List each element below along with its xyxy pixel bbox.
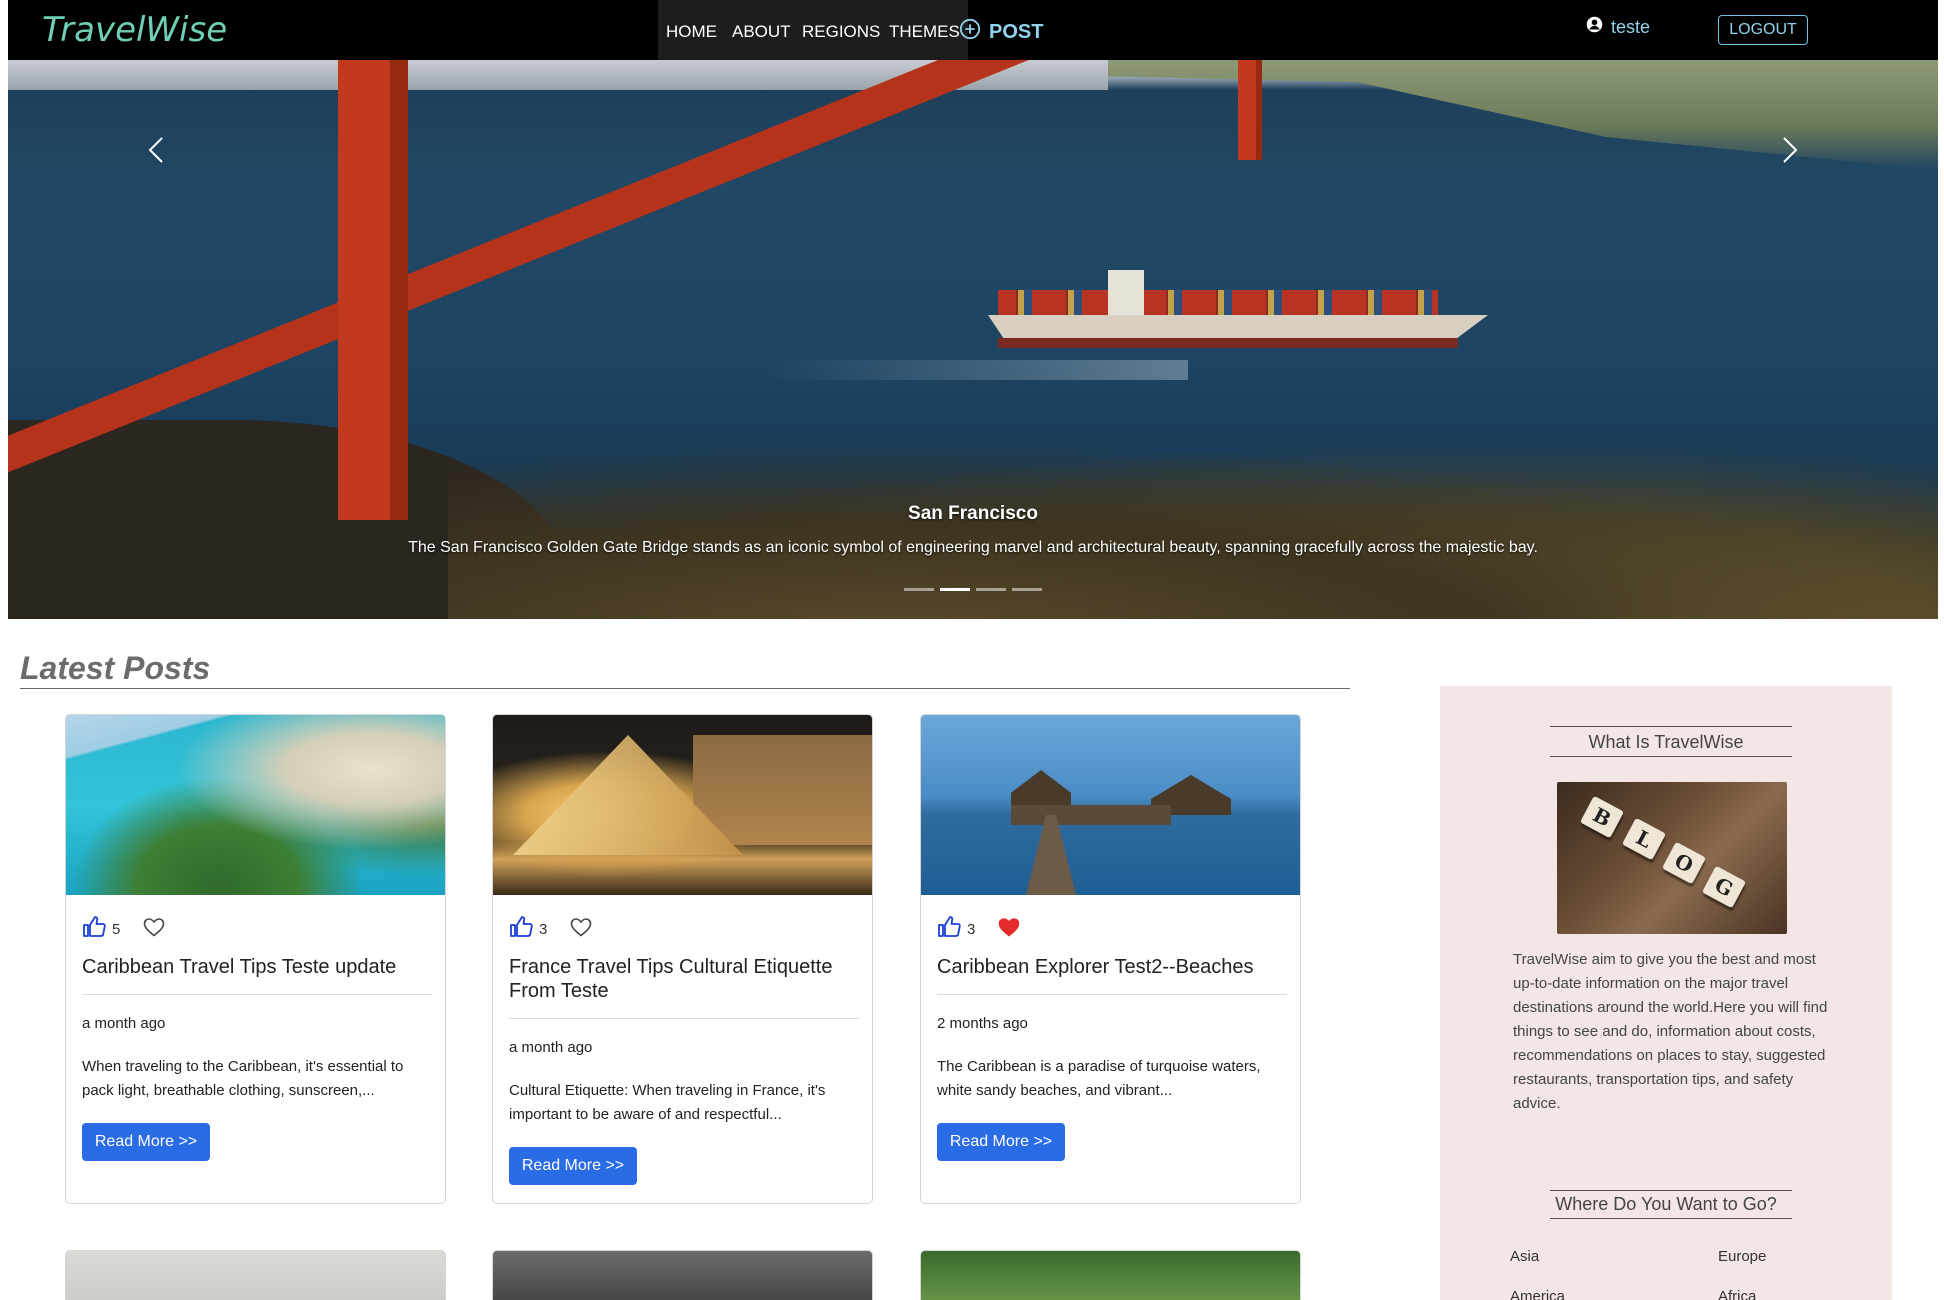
sidebar: What Is TravelWise B L O G TravelWise ai… xyxy=(1440,686,1892,1300)
carousel-prev-button[interactable] xyxy=(138,130,178,170)
sidebar-rule xyxy=(1550,1218,1792,1219)
user-name: teste xyxy=(1611,16,1651,37)
chevron-left-icon xyxy=(138,137,178,174)
post-card: 5 Caribbean Travel Tips Teste update a m… xyxy=(65,714,446,1204)
navbar: TravelWise HOME ABOUT REGIONS THEMES POS… xyxy=(8,0,1938,60)
sidebar-about-heading: What Is TravelWise xyxy=(1588,732,1744,752)
user-menu[interactable]: teste xyxy=(1586,16,1650,38)
hero-wake xyxy=(768,360,1188,380)
brand-logo[interactable]: TravelWise xyxy=(42,10,227,50)
post-card: 3 France Travel Tips Cultural Etiquette … xyxy=(492,714,873,1204)
like-count: 3 xyxy=(967,921,976,938)
heart-filled-icon[interactable] xyxy=(997,915,1021,944)
heart-icon[interactable] xyxy=(142,915,166,944)
post-excerpt: The Caribbean is a paradise of turquoise… xyxy=(937,1058,1261,1099)
logout-button[interactable]: LOGOUT xyxy=(1718,15,1808,45)
carousel-next-button[interactable] xyxy=(1768,130,1808,170)
nav-themes[interactable]: THEMES xyxy=(881,0,968,60)
thumbs-up-icon[interactable] xyxy=(937,915,961,944)
post-actions: 3 xyxy=(509,915,593,944)
nav-post-label: POST xyxy=(989,20,1044,43)
post-title[interactable]: Caribbean Travel Tips Teste update xyxy=(82,955,432,979)
post-date: a month ago xyxy=(509,1039,593,1056)
post-divider xyxy=(937,994,1287,995)
post-divider xyxy=(509,1018,859,1019)
nav-regions[interactable]: REGIONS xyxy=(794,0,889,60)
hero-headland xyxy=(1108,60,1938,170)
post-excerpt: Cultural Etiquette: When traveling in Fr… xyxy=(509,1082,826,1123)
heart-icon[interactable] xyxy=(569,915,593,944)
post-image-caribbean-beach[interactable] xyxy=(66,715,445,895)
carousel-text: The San Francisco Golden Gate Bridge sta… xyxy=(408,539,1538,556)
carousel-title: San Francisco xyxy=(908,503,1038,524)
sidebar-rule xyxy=(1550,1190,1792,1191)
hero-carousel: San Francisco The San Francisco Golden G… xyxy=(8,60,1938,619)
post-actions: 5 xyxy=(82,915,166,944)
post-divider xyxy=(82,994,432,995)
post-actions: 3 xyxy=(937,915,1021,944)
carousel-indicator[interactable] xyxy=(976,588,1006,591)
post-excerpt: When traveling to the Caribbean, it's es… xyxy=(82,1058,404,1099)
thumbs-up-icon[interactable] xyxy=(82,915,106,944)
post-date: 2 months ago xyxy=(937,1015,1028,1032)
post-image-louvre[interactable] xyxy=(493,715,872,895)
post-image-pier[interactable] xyxy=(921,715,1300,895)
nav-home[interactable]: HOME xyxy=(658,0,725,60)
post-date: a month ago xyxy=(82,1015,166,1032)
read-more-button[interactable]: Read More >> xyxy=(82,1123,210,1161)
plus-circle-icon xyxy=(959,18,981,46)
sidebar-about-text: TravelWise aim to give you the best and … xyxy=(1513,951,1828,1112)
chevron-right-icon xyxy=(1768,137,1808,174)
page: TravelWise HOME ABOUT REGIONS THEMES POS… xyxy=(8,0,1938,1300)
sidebar-rule xyxy=(1550,756,1792,757)
read-more-button[interactable]: Read More >> xyxy=(509,1147,637,1185)
post-card-partial[interactable] xyxy=(492,1250,873,1300)
carousel-indicators xyxy=(8,588,1938,591)
carousel-indicator[interactable] xyxy=(904,588,934,591)
latest-posts-heading: Latest Posts xyxy=(20,650,211,686)
carousel-indicator-active[interactable] xyxy=(940,588,970,591)
post-card: 3 Caribbean Explorer Test2--Beaches 2 mo… xyxy=(920,714,1301,1204)
post-title[interactable]: Caribbean Explorer Test2--Beaches xyxy=(937,955,1287,979)
sidebar-rule xyxy=(1550,726,1792,727)
hero-bridge-tower xyxy=(338,60,408,520)
read-more-button[interactable]: Read More >> xyxy=(937,1123,1065,1161)
post-card-partial[interactable] xyxy=(65,1250,446,1300)
thumbs-up-icon[interactable] xyxy=(509,915,533,944)
like-count: 5 xyxy=(112,921,121,938)
region-link-europe[interactable]: Europe xyxy=(1718,1248,1766,1265)
like-count: 3 xyxy=(539,921,548,938)
nav-post[interactable]: POST xyxy=(959,18,1043,46)
post-card-partial[interactable] xyxy=(920,1250,1301,1300)
region-link-africa[interactable]: Africa xyxy=(1718,1288,1756,1300)
hero-container-ship xyxy=(988,270,1488,360)
section-divider xyxy=(20,688,1350,689)
carousel-indicator[interactable] xyxy=(1012,588,1042,591)
carousel-caption: San Francisco The San Francisco Golden G… xyxy=(8,503,1938,557)
region-link-america[interactable]: America xyxy=(1510,1288,1565,1300)
sidebar-regions-heading: Where Do You Want to Go? xyxy=(1555,1194,1777,1214)
hero-bridge-tower-far xyxy=(1238,60,1262,160)
region-link-asia[interactable]: Asia xyxy=(1510,1248,1539,1265)
post-title[interactable]: France Travel Tips Cultural Etiquette Fr… xyxy=(509,955,859,1003)
user-circle-icon xyxy=(1586,16,1603,38)
sidebar-blog-image: B L O G xyxy=(1557,782,1787,934)
nav-about[interactable]: ABOUT xyxy=(724,0,799,60)
